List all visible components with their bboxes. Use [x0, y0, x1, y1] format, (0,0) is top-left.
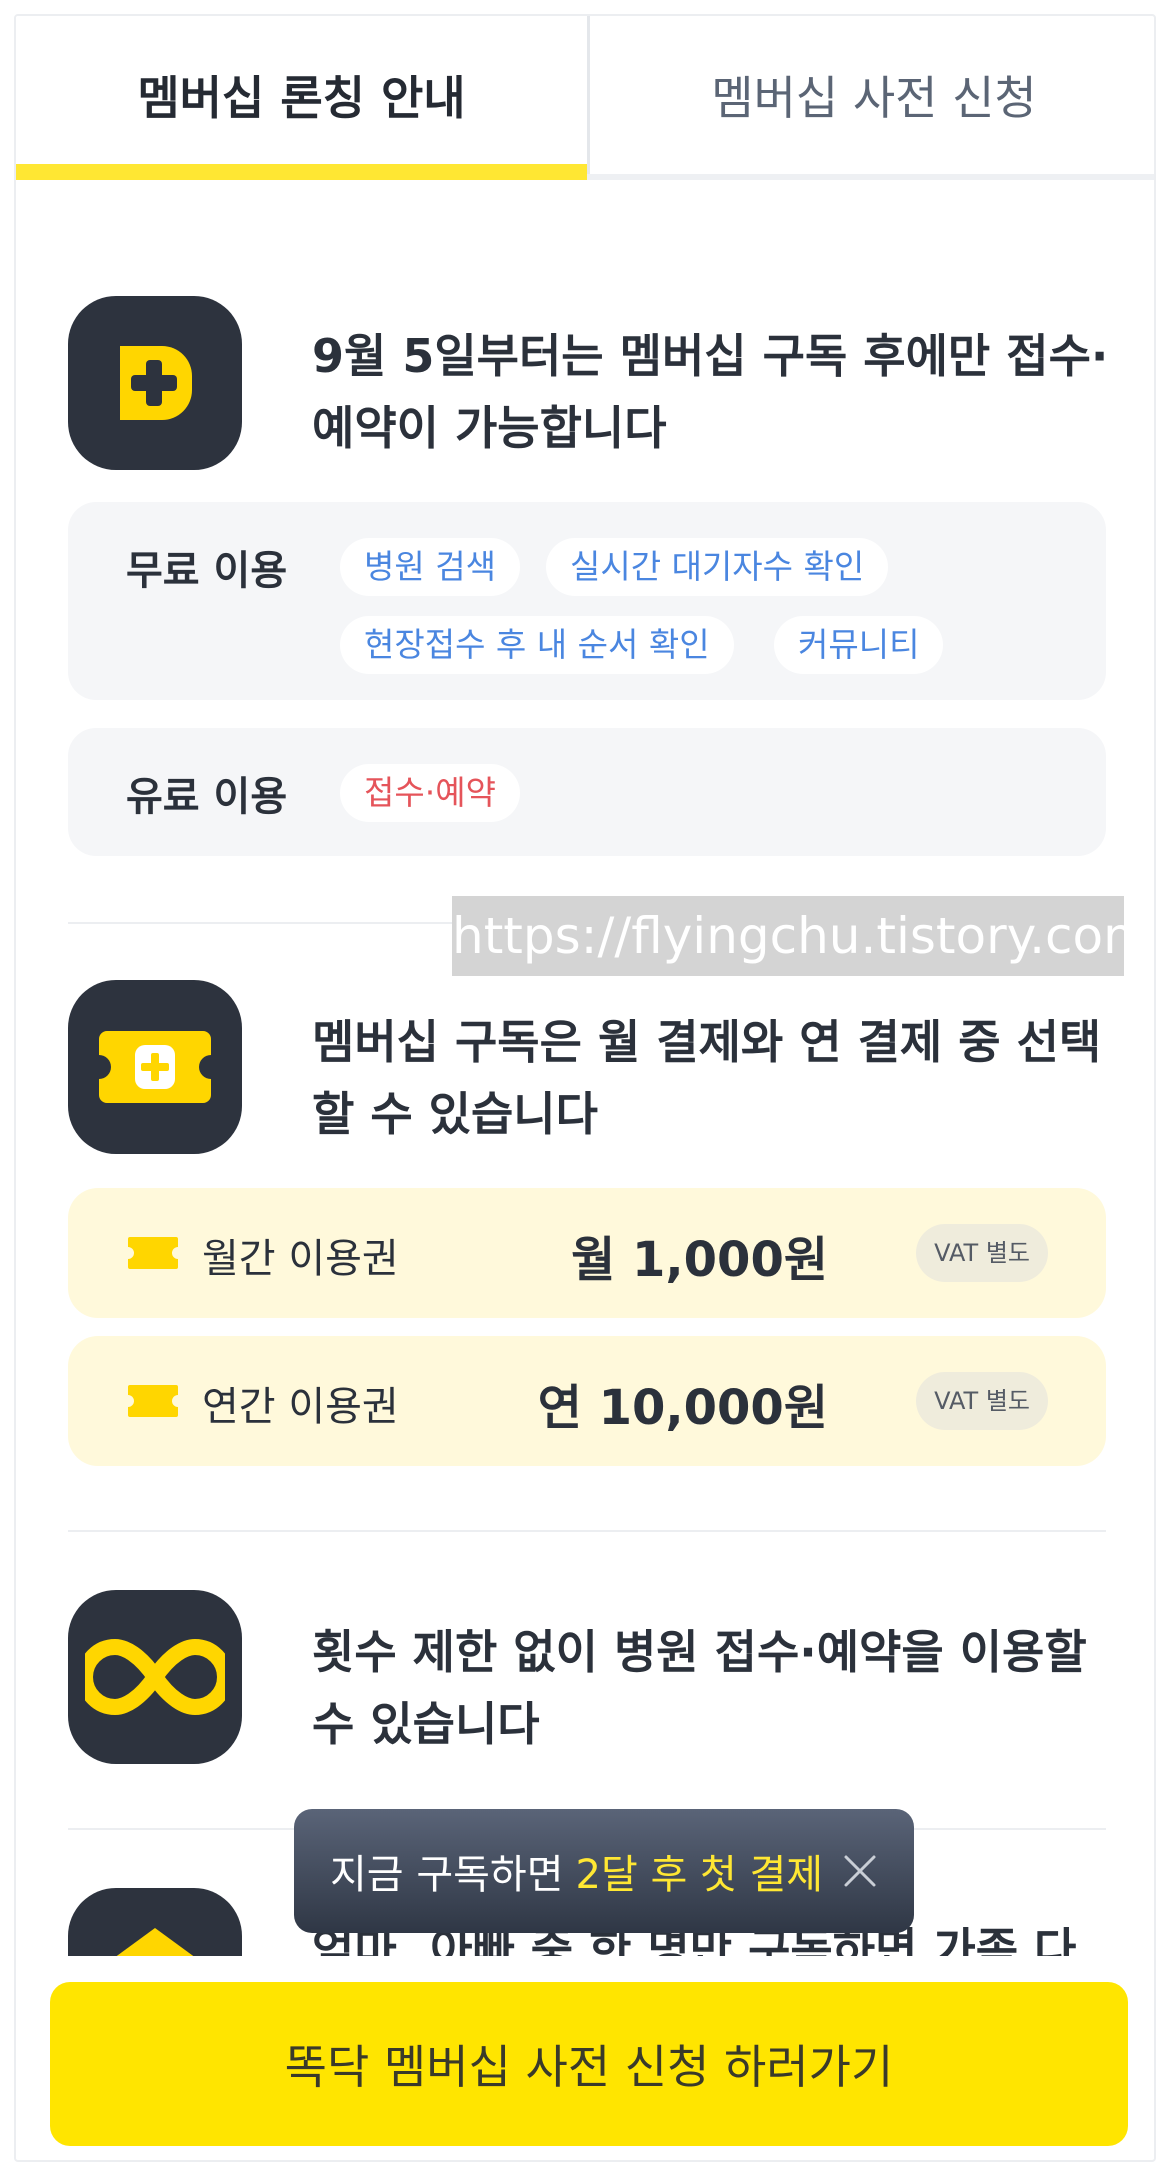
free-chip: 병원 검색 [340, 538, 520, 596]
tab-label: 멤버십 사전 신청 [711, 71, 1037, 125]
ticket-icon [126, 1235, 180, 1275]
pre-register-button[interactable]: 똑닥 멤버십 사전 신청 하러가기 [50, 1982, 1128, 2146]
tab-bar: 멤버십 론칭 안내 멤버십 사전 신청 [16, 16, 1154, 180]
membership-page: 멤버십 론칭 안내 멤버십 사전 신청 9월 5일부터는 멤버십 구독 후에만 … [14, 14, 1156, 2162]
section-title-2: 멤버십 구독은 월 결제와 연 결제 중 선택할 수 있습니다 [312, 1015, 1102, 1141]
toast-text: 지금 구독하면 [330, 1852, 564, 1898]
free-chip: 현장접수 후 내 순서 확인 [340, 616, 734, 674]
tab-label: 멤버십 론칭 안내 [137, 71, 466, 125]
section-divider [68, 1530, 1106, 1532]
vat-badge: VAT 별도 [916, 1372, 1048, 1430]
paid-chip: 접수·예약 [340, 764, 520, 822]
vat-badge: VAT 별도 [916, 1224, 1048, 1282]
promo-toast: 지금 구독하면 2달 후 첫 결제 [294, 1809, 914, 1933]
plan-price: 연 10,000원 [537, 1380, 828, 1436]
tab-launch-info[interactable]: 멤버십 론칭 안내 [16, 16, 587, 180]
ticket-icon [126, 1383, 180, 1423]
monthly-plan[interactable]: 월간 이용권 월 1,000원 VAT 별도 [68, 1188, 1106, 1318]
infinity-icon [68, 1590, 242, 1764]
free-use-label: 무료 이용 [126, 548, 288, 594]
free-chip: 커뮤니티 [774, 616, 944, 674]
toast-highlight: 2달 후 첫 결제 [575, 1852, 824, 1898]
yearly-plan[interactable]: 연간 이용권 연 10,000원 VAT 별도 [68, 1336, 1106, 1466]
plan-price: 월 1,000원 [571, 1232, 828, 1288]
watermark-text: https://flyingchu.tistory.com [452, 896, 1124, 976]
paid-use-panel: 유료 이용 접수·예약 [68, 728, 1106, 856]
cta-label: 똑닥 멤버십 사전 신청 하러가기 [284, 2040, 894, 2094]
tab-pre-register[interactable]: 멤버십 사전 신청 [587, 16, 1154, 174]
ticket-icon [68, 980, 242, 1154]
free-use-panel: 무료 이용 병원 검색 실시간 대기자수 확인 현장접수 후 내 순서 확인 커… [68, 502, 1106, 700]
close-icon[interactable] [840, 1851, 880, 1891]
section-title-1: 9월 5일부터는 멤버십 구독 후에만 접수·예약이 가능합니다 [312, 329, 1109, 455]
plan-name: 월간 이용권 [202, 1236, 399, 1282]
paid-use-label: 유료 이용 [126, 774, 288, 820]
free-chip: 실시간 대기자수 확인 [546, 538, 889, 596]
ddokdak-plus-icon [68, 296, 242, 470]
plan-name: 연간 이용권 [202, 1384, 399, 1430]
section-title-3: 횟수 제한 없이 병원 접수·예약을 이용할 수 있습니다 [312, 1625, 1087, 1751]
